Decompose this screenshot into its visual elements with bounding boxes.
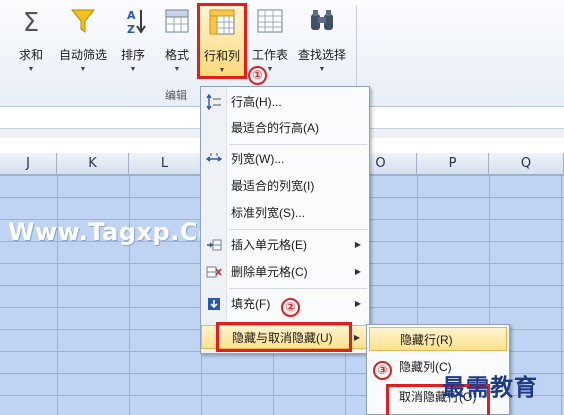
insert-cells-icon (207, 239, 222, 251)
submenu-arrow-icon: ▶ (353, 333, 360, 342)
column-header-q[interactable]: Q (489, 153, 564, 175)
chevron-down-icon: ▼ (129, 66, 137, 73)
chevron-down-icon: ▼ (27, 66, 35, 73)
submenu-arrow-icon: ▶ (354, 240, 361, 249)
svg-text:Σ: Σ (23, 8, 39, 36)
column-header-j[interactable]: J (0, 153, 57, 175)
column-header-l[interactable]: L (129, 153, 201, 175)
sort-button[interactable]: AZ 排序 ▼ (114, 4, 152, 78)
chevron-down-icon: ▼ (79, 66, 87, 73)
binoculars-icon (311, 10, 333, 30)
submenu-arrow-icon: ▶ (354, 299, 361, 308)
menu-separator (229, 288, 367, 289)
svg-text:A: A (127, 9, 136, 22)
menu-separator (229, 229, 367, 230)
step-3-marker: ③ (373, 361, 392, 380)
svg-text:Z: Z (127, 23, 135, 36)
worksheet-icon (257, 9, 283, 33)
sort-az-icon: AZ (127, 9, 146, 36)
funnel-icon (70, 9, 96, 33)
sigma-icon: Σ (23, 8, 39, 36)
fill-icon (208, 298, 220, 310)
highlight-box-rows-columns (197, 3, 247, 79)
menu-item-row-height[interactable]: 行高(H)... (201, 90, 369, 114)
chevron-down-icon: ▼ (173, 66, 181, 73)
column-header-k[interactable]: K (57, 153, 129, 175)
format-icon (165, 9, 189, 33)
highlight-box-hide-unhide (216, 322, 352, 352)
group-label-edit: 编辑 (165, 90, 187, 102)
row-height-icon (206, 94, 221, 110)
autofilter-button[interactable]: 自动筛选 ▼ (55, 4, 111, 78)
chevron-down-icon: ▼ (318, 66, 326, 73)
find-select-button[interactable]: 查找选择 ▼ (294, 4, 350, 78)
menu-separator (229, 144, 367, 145)
menu-item-insert-cells[interactable]: 插入单元格(E) ▶ (201, 233, 369, 257)
sum-button[interactable]: Σ 求和 ▼ (10, 4, 52, 78)
step-1-marker: ① (248, 66, 267, 85)
menu-item-autofit-column-width[interactable]: 最适合的列宽(I) (201, 174, 369, 198)
column-width-icon (206, 153, 222, 162)
menu-item-delete-cells[interactable]: 删除单元格(C) ▶ (201, 260, 369, 284)
delete-cells-icon (206, 266, 222, 278)
format-button[interactable]: 格式 ▼ (158, 4, 196, 78)
submenu-arrow-icon: ▶ (354, 267, 361, 276)
menu-item-column-width[interactable]: 列宽(W)... (201, 147, 369, 171)
submenu-item-hide-rows[interactable]: 隐藏行(R) (369, 327, 507, 351)
column-header-p[interactable]: P (417, 153, 489, 175)
step-2-marker: ② (281, 298, 300, 317)
menu-item-standard-column-width[interactable]: 标准列宽(S)... (201, 201, 369, 225)
brand-watermark-logo: 最需教育 (442, 374, 538, 401)
menu-item-autofit-row-height[interactable]: 最适合的行高(A) (201, 116, 369, 140)
